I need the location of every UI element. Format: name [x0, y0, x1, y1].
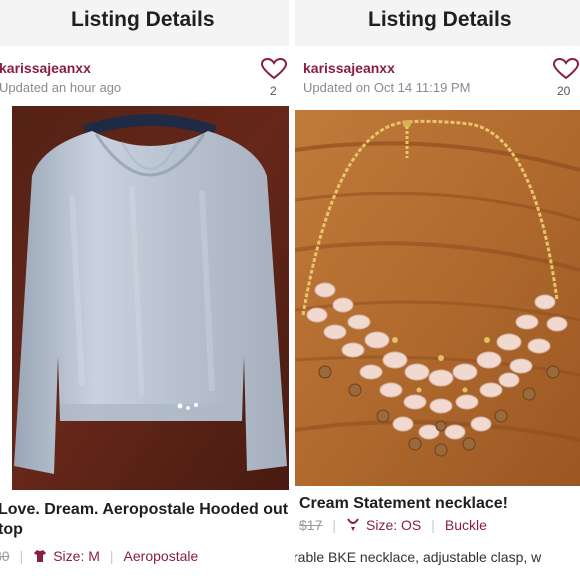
- like-count: 2: [270, 84, 277, 98]
- brand-link[interactable]: Buckle: [445, 517, 487, 533]
- divider: |: [109, 548, 114, 564]
- divider: |: [332, 517, 336, 533]
- brand-link[interactable]: Aeropostale: [124, 548, 199, 564]
- necklace-icon: [346, 518, 360, 532]
- header-bar: Listing Details: [0, 0, 289, 47]
- product-description: rable BKE necklace, adjustable clasp, w: [295, 549, 542, 565]
- page-title: Listing Details: [368, 8, 512, 31]
- size-label[interactable]: Size: M: [53, 548, 100, 564]
- updated-timestamp: Updated on Oct 14 11:19 PM: [303, 80, 471, 95]
- divider: |: [431, 517, 435, 533]
- divider: |: [19, 548, 24, 564]
- heart-icon[interactable]: [260, 57, 288, 80]
- product-meta: $17 | Size: OS | Buckle: [299, 517, 487, 533]
- header-bar: Listing Details: [295, 0, 580, 47]
- product-meta: 30 | Size: M | Aeropostale: [0, 548, 198, 564]
- seller-username[interactable]: karissajeanxx: [303, 60, 395, 76]
- original-price: $17: [299, 517, 323, 533]
- product-title[interactable]: Love. Dream. Aeropostale Hooded out top: [0, 500, 289, 540]
- product-title[interactable]: Cream Statement necklace!: [299, 494, 580, 514]
- product-photo[interactable]: [295, 110, 580, 486]
- seller-info: karissajeanxx Updated an hour ago 2: [0, 46, 289, 106]
- listing-panel-right: Listing Details karissajeanxx Updated on…: [295, 0, 580, 580]
- listing-panel-left: Listing Details karissajeanxx Updated an…: [0, 0, 289, 580]
- size-label[interactable]: Size: OS: [366, 517, 421, 533]
- seller-info: karissajeanxx Updated on Oct 14 11:19 PM…: [295, 46, 580, 106]
- like-count: 20: [557, 84, 571, 98]
- seller-username[interactable]: karissajeanxx: [0, 60, 91, 76]
- page-title: Listing Details: [71, 8, 215, 31]
- shirt-icon: [33, 549, 47, 563]
- product-photo[interactable]: [12, 106, 289, 490]
- heart-icon[interactable]: [552, 57, 580, 80]
- updated-timestamp: Updated an hour ago: [0, 80, 122, 95]
- original-price: 30: [0, 548, 10, 564]
